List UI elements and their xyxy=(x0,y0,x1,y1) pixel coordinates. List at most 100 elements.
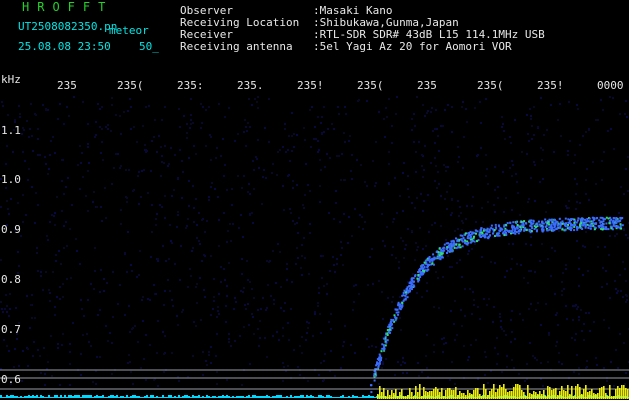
noise-speck xyxy=(163,162,165,164)
burst-bar xyxy=(617,386,619,399)
noise-speck xyxy=(511,258,513,260)
noise-speck xyxy=(214,188,216,190)
noise-speck xyxy=(400,329,402,331)
noise-speck xyxy=(165,260,167,262)
noise-speck xyxy=(407,188,409,190)
noise-speck xyxy=(349,135,351,137)
noise-speck xyxy=(461,220,463,222)
burst-bar xyxy=(553,389,555,399)
baseline-bar xyxy=(366,396,368,398)
baseline-bar xyxy=(64,395,66,398)
noise-speck xyxy=(503,211,505,213)
noise-speck xyxy=(282,335,284,337)
noise-speck xyxy=(577,306,579,308)
noise-speck xyxy=(206,364,208,366)
signal-point xyxy=(450,240,453,243)
signal-point xyxy=(432,253,435,256)
noise-speck xyxy=(534,271,536,273)
noise-speck xyxy=(103,290,105,292)
noise-speck xyxy=(381,213,383,215)
signal-point xyxy=(555,228,558,230)
noise-speck xyxy=(143,358,145,360)
noise-speck xyxy=(277,151,279,153)
noise-speck xyxy=(292,220,294,222)
signal-point xyxy=(395,311,398,314)
noise-speck xyxy=(497,197,499,199)
baseline-bar xyxy=(340,396,342,398)
noise-speck xyxy=(249,213,251,215)
noise-speck xyxy=(309,232,311,234)
noise-speck xyxy=(582,245,584,247)
signal-point xyxy=(380,350,383,353)
noise-speck xyxy=(138,203,140,205)
noise-speck xyxy=(451,266,453,268)
signal-point xyxy=(405,293,408,296)
baseline-bar xyxy=(228,396,230,398)
noise-speck xyxy=(220,266,222,268)
signal-point xyxy=(377,365,380,368)
signal-point xyxy=(544,225,547,228)
noise-speck xyxy=(63,123,65,125)
noise-speck xyxy=(503,330,505,332)
noise-speck xyxy=(467,359,469,361)
signal-point xyxy=(379,360,381,363)
noise-speck xyxy=(304,194,306,196)
noise-speck xyxy=(568,101,570,103)
baseline-bar xyxy=(74,395,76,398)
noise-speck xyxy=(609,96,611,98)
signal-point xyxy=(521,224,524,227)
noise-speck xyxy=(310,146,312,148)
noise-speck xyxy=(220,281,222,283)
baseline-bar xyxy=(272,396,274,398)
noise-speck xyxy=(427,110,429,112)
noise-speck xyxy=(445,166,447,168)
noise-speck xyxy=(218,103,220,105)
noise-speck xyxy=(466,205,468,207)
noise-speck xyxy=(224,164,226,166)
baseline-bar xyxy=(192,395,194,398)
noise-speck xyxy=(279,149,281,151)
noise-speck xyxy=(391,142,393,144)
noise-speck xyxy=(454,339,456,341)
noise-speck xyxy=(422,104,424,106)
signal-point xyxy=(503,224,506,227)
baseline-bar xyxy=(298,396,300,398)
y-tick: 0.7 xyxy=(1,323,21,336)
noise-speck xyxy=(32,355,34,357)
noise-speck xyxy=(550,104,552,106)
noise-speck xyxy=(619,113,621,115)
noise-speck xyxy=(127,231,129,233)
noise-speck xyxy=(21,380,23,382)
noise-speck xyxy=(76,250,78,252)
noise-speck xyxy=(415,171,417,173)
noise-speck xyxy=(181,197,183,199)
burst-bar xyxy=(465,395,467,399)
noise-speck xyxy=(537,302,539,304)
noise-speck xyxy=(181,160,183,162)
noise-speck xyxy=(576,308,578,310)
noise-speck xyxy=(434,180,436,182)
signal-point xyxy=(490,224,493,227)
noise-speck xyxy=(575,333,577,335)
baseline-bar xyxy=(130,396,132,398)
baseline-bar xyxy=(270,397,272,398)
noise-speck xyxy=(100,152,102,154)
noise-speck xyxy=(485,98,487,100)
noise-speck xyxy=(536,359,538,361)
noise-speck xyxy=(103,278,105,280)
noise-speck xyxy=(241,384,243,386)
noise-speck xyxy=(154,119,156,121)
noise-speck xyxy=(126,271,128,273)
noise-speck xyxy=(71,204,73,206)
signal-point xyxy=(573,224,576,227)
noise-speck xyxy=(309,223,311,225)
noise-speck xyxy=(142,296,144,298)
noise-speck xyxy=(332,256,334,258)
signal-point xyxy=(383,346,386,349)
noise-speck xyxy=(268,98,270,100)
noise-speck xyxy=(504,138,506,140)
noise-speck xyxy=(82,101,84,103)
baseline-bar xyxy=(6,395,8,398)
noise-speck xyxy=(27,348,29,350)
noise-speck xyxy=(196,224,198,226)
